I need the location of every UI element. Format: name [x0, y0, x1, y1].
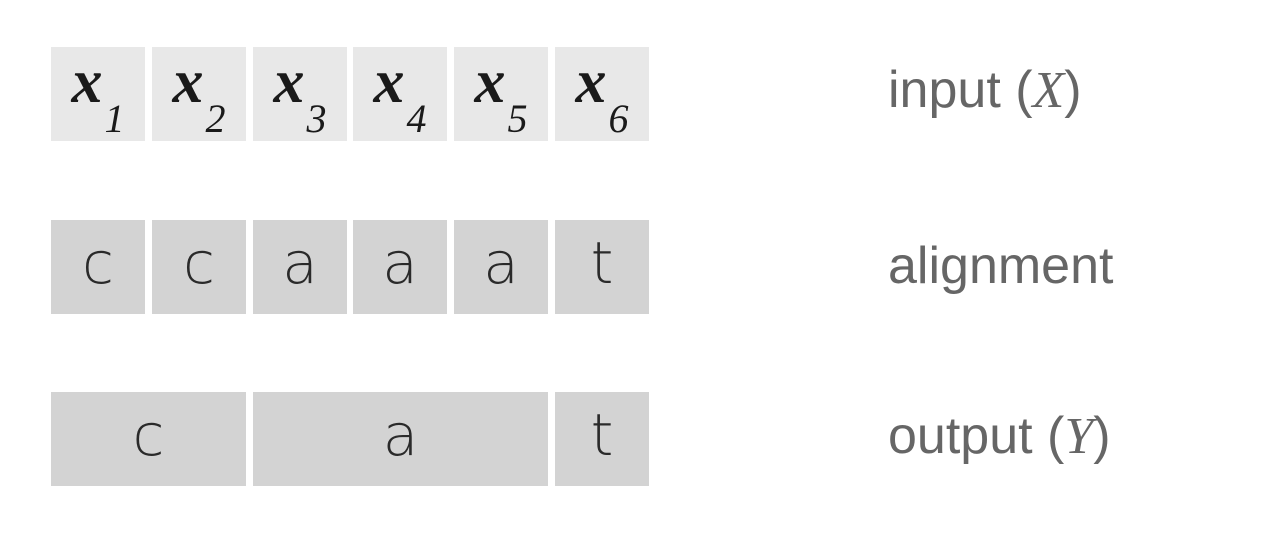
input-subscript: 3: [306, 95, 327, 141]
input-subscript: 6: [608, 95, 629, 141]
alignment-char: c: [183, 229, 215, 297]
input-label: input (X): [888, 64, 1082, 117]
input-label-symbol: X: [1032, 62, 1065, 119]
input-label-suffix: ): [1064, 61, 1082, 119]
alignment-char: a: [282, 229, 318, 297]
alignment-label: alignment: [888, 237, 1114, 295]
input-cell-4: x4: [353, 47, 447, 141]
alignment-cell-5: a: [454, 220, 548, 314]
output-label-symbol: Y: [1064, 408, 1094, 465]
alignment-cell-6: t: [555, 220, 649, 314]
input-var: x: [273, 48, 305, 116]
output-label: output (Y): [888, 410, 1111, 463]
alignment-cell-4: a: [353, 220, 447, 314]
alignment-char: a: [483, 229, 519, 297]
output-cell-3: t: [555, 392, 649, 486]
input-var: x: [575, 48, 607, 116]
input-subscript: 1: [104, 95, 125, 141]
alignment-char: c: [82, 229, 114, 297]
output-label-suffix: ): [1093, 407, 1111, 465]
output-cell-1: c: [51, 392, 246, 486]
input-var: x: [172, 48, 204, 116]
input-cell-2: x2: [152, 47, 246, 141]
output-char: t: [590, 401, 614, 469]
input-var: x: [474, 48, 506, 116]
input-subscript: 5: [507, 95, 528, 141]
output-char: a: [382, 401, 419, 469]
input-var: x: [373, 48, 405, 116]
input-cell-6: x6: [555, 47, 649, 141]
alignment-cell-2: c: [152, 220, 246, 314]
alignment-char: t: [590, 229, 614, 297]
input-var: x: [71, 48, 103, 116]
input-subscript: 4: [406, 95, 427, 141]
input-label-prefix: input (: [888, 61, 1033, 119]
output-cell-2: a: [253, 392, 548, 486]
input-cell-3: x3: [253, 47, 347, 141]
alignment-cell-1: c: [51, 220, 145, 314]
input-cell-5: x5: [454, 47, 548, 141]
output-char: c: [132, 401, 165, 469]
alignment-cell-3: a: [253, 220, 347, 314]
input-subscript: 2: [205, 95, 226, 141]
input-cell-1: x1: [51, 47, 145, 141]
alignment-char: a: [382, 229, 418, 297]
output-label-prefix: output (: [888, 407, 1065, 465]
